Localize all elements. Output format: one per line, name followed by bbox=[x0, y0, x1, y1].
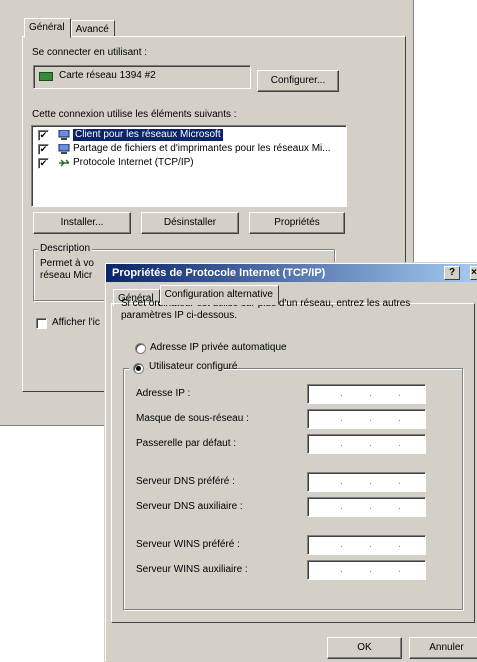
user-configured-legend: Utilisateur configuré bbox=[129, 361, 237, 375]
description-label: Description bbox=[38, 243, 93, 254]
help-button[interactable]: ? bbox=[444, 266, 460, 280]
properties-button[interactable]: Propriétés bbox=[249, 212, 345, 234]
list-item[interactable]: ✔ Partage de fichiers et d'imprimantes p… bbox=[38, 143, 338, 155]
show-icon-checkbox[interactable] bbox=[36, 318, 47, 329]
description-text-line2: réseau Micr bbox=[40, 270, 93, 281]
install-button[interactable]: Installer... bbox=[33, 212, 131, 234]
tab-advanced[interactable]: Avancé bbox=[70, 20, 115, 37]
preferred-dns-label: Serveur DNS préféré : bbox=[136, 476, 235, 487]
tab-alternate-configuration[interactable]: Configuration alternative bbox=[159, 285, 279, 305]
alternate-wins-label: Serveur WINS auxiliaire : bbox=[136, 564, 248, 575]
user-configured-label: Utilisateur configuré bbox=[149, 361, 238, 372]
preferred-wins-label: Serveur WINS préféré : bbox=[136, 539, 240, 550]
show-icon-label: Afficher l'ic bbox=[52, 317, 100, 328]
intro-text-line2: paramètres IP ci-dessous. bbox=[121, 310, 237, 321]
user-configured-radio[interactable] bbox=[133, 363, 144, 374]
ip-address-label: Adresse IP : bbox=[136, 388, 191, 399]
connect-using-label: Se connecter en utilisant : bbox=[32, 47, 148, 58]
components-list[interactable]: ✔ Client pour les réseaux Microsoft ✔ Pa… bbox=[31, 125, 347, 207]
default-gateway-label: Passerelle par défaut : bbox=[136, 438, 237, 449]
network-adapter-icon bbox=[39, 72, 53, 81]
adapter-field: Carte réseau 1394 #2 bbox=[33, 65, 251, 89]
list-item[interactable]: ✔ Protocole Internet (TCP/IP) bbox=[38, 157, 338, 169]
alternate-dns-label: Serveur DNS auxiliaire : bbox=[136, 501, 243, 512]
file-printer-sharing-icon bbox=[58, 144, 70, 154]
cancel-button[interactable]: Annuler bbox=[409, 637, 477, 659]
auto-private-ip-label: Adresse IP privée automatique bbox=[150, 342, 287, 353]
network-client-icon bbox=[58, 130, 70, 140]
component-label: Client pour les réseaux Microsoft bbox=[73, 129, 223, 141]
description-text-line1: Permet à vo bbox=[40, 258, 94, 269]
subnet-mask-input[interactable]: ... bbox=[307, 409, 426, 429]
tcpip-properties-dialog: Propriétés de Protocole Internet (TCP/IP… bbox=[104, 262, 477, 662]
protocol-icon bbox=[59, 159, 70, 167]
ip-address-input[interactable]: ... bbox=[307, 384, 426, 404]
component-checkbox[interactable]: ✔ bbox=[38, 158, 49, 169]
alternate-dns-input[interactable]: ... bbox=[307, 497, 426, 517]
close-button[interactable]: × bbox=[470, 266, 477, 280]
adapter-name: Carte réseau 1394 #2 bbox=[59, 70, 156, 81]
component-label: Partage de fichiers et d'imprimantes pou… bbox=[73, 143, 331, 154]
dialog-title: Propriétés de Protocole Internet (TCP/IP… bbox=[112, 267, 326, 279]
component-label: Protocole Internet (TCP/IP) bbox=[73, 157, 194, 168]
uninstall-button[interactable]: Désinstaller bbox=[141, 212, 239, 234]
subnet-mask-label: Masque de sous-réseau : bbox=[136, 413, 249, 424]
alternate-wins-input[interactable]: ... bbox=[307, 560, 426, 580]
preferred-dns-input[interactable]: ... bbox=[307, 472, 426, 492]
default-gateway-input[interactable]: ... bbox=[307, 434, 426, 454]
components-label: Cette connexion utilise les éléments sui… bbox=[32, 109, 237, 120]
auto-private-ip-radio[interactable] bbox=[135, 343, 146, 354]
radio-selected-dot bbox=[136, 366, 141, 371]
component-checkbox[interactable]: ✔ bbox=[38, 144, 49, 155]
dialog-title-bar[interactable]: Propriétés de Protocole Internet (TCP/IP… bbox=[106, 264, 477, 282]
ok-button[interactable]: OK bbox=[327, 637, 402, 659]
preferred-wins-input[interactable]: ... bbox=[307, 535, 426, 555]
list-item[interactable]: ✔ Client pour les réseaux Microsoft bbox=[38, 129, 338, 141]
tab-general[interactable]: Général bbox=[24, 18, 71, 38]
configure-button[interactable]: Configurer... bbox=[257, 70, 339, 92]
component-checkbox[interactable]: ✔ bbox=[38, 130, 49, 141]
